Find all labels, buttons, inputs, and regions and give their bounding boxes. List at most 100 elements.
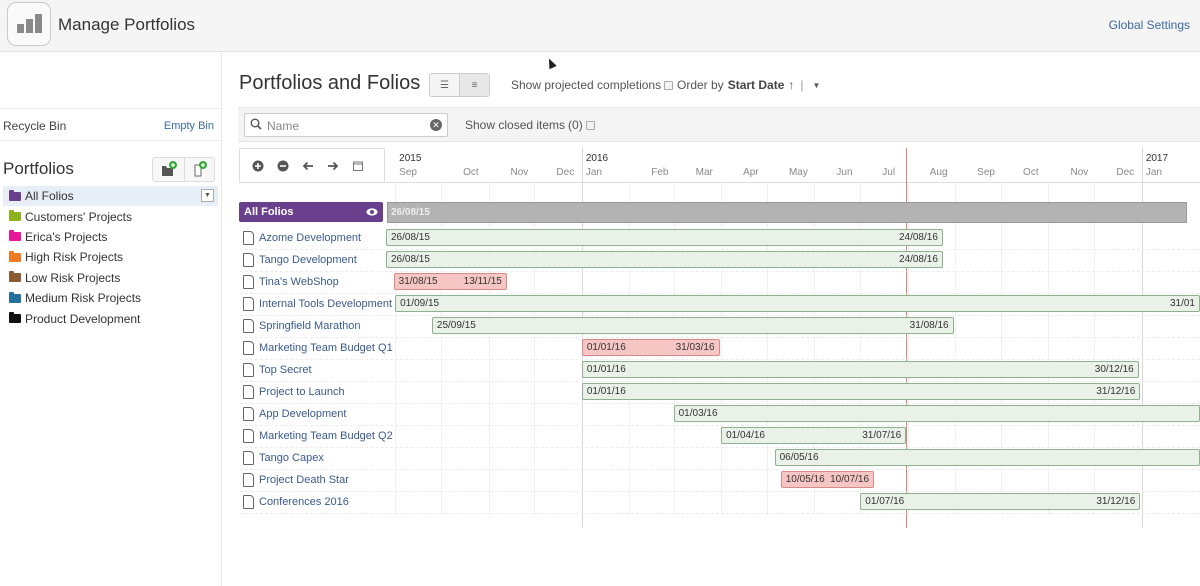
add-folio-button[interactable] [184,158,216,181]
portfolio-actions [152,157,215,182]
project-bar[interactable]: 26/08/15 24/08/16 [386,251,943,268]
project-bar[interactable]: 26/08/15 24/08/16 [386,229,943,246]
folder-icon [9,271,21,283]
project-bar[interactable]: 01/01/16 30/12/16 [581,361,1139,378]
row-divider [240,425,1200,426]
project-bar[interactable]: 01/09/15 31/01 [395,295,1200,312]
month-label: Feb [651,167,669,178]
project-name: Project to Launch [259,386,345,398]
month-label: Jul [882,167,896,178]
folder-icon [9,210,21,222]
folder-icon [9,230,21,242]
project-row-label[interactable]: Tango Capex [243,449,324,467]
project-row-label[interactable]: Tina's WebShop [243,273,339,291]
project-bar[interactable]: 10/05/16 10/07/16 [780,471,875,488]
project-bar[interactable]: 01/03/16 [673,405,1200,422]
project-row-label[interactable]: Top Secret [243,361,312,379]
project-name: Top Secret [259,364,312,376]
project-row-label[interactable]: Conferences 2016 [243,493,349,511]
bar-start-date: 26/08/15 [391,254,430,265]
bar-start-date: 01/09/15 [400,298,440,309]
project-row-label[interactable]: Project to Launch [243,383,345,401]
project-row-label[interactable]: Marketing Team Budget Q1 [243,339,393,357]
clear-search-icon[interactable]: ✕ [430,119,442,131]
row-divider [240,381,1200,382]
month-label: May [788,167,808,178]
portfolio-item[interactable]: Low Risk Projects [3,268,218,288]
document-icon [243,297,254,311]
project-row-label[interactable]: Internal Tools Development [243,295,392,313]
project-bar[interactable]: 31/08/15 13/11/15 [393,273,507,290]
global-settings-link[interactable]: Global Settings [1109,18,1190,32]
project-row-label[interactable]: Tango Development [243,251,357,269]
bar-start-date: 01/04/16 [726,430,765,441]
project-name: Conferences 2016 [259,496,349,508]
project-bar[interactable]: 01/01/16 31/03/16 [581,339,720,356]
add-folder-icon [162,161,177,176]
portfolio-item[interactable]: Product Development [3,308,218,328]
folder-icon [9,291,21,303]
project-row-label[interactable]: Springfield Marathon [243,317,361,335]
month-label: Dec [556,167,575,178]
month-label: Jan [585,167,602,178]
project-bar[interactable]: 01/01/16 31/12/16 [581,383,1141,400]
order-field[interactable]: Start Date [728,78,785,92]
list-view-button[interactable]: ☰ [430,74,459,96]
row-divider [240,513,1200,514]
document-icon [243,275,254,289]
portfolio-item[interactable]: Medium Risk Projects [3,288,218,308]
empty-bin-link[interactable]: Empty Bin [164,120,214,132]
bar-end-date: 10/07/16 [830,474,870,485]
timeline-header: Sep Oct Nov Dec Jan Feb Mar Apr May Jun Jul Aug Sep O… [386,148,1200,183]
eye-icon[interactable] [366,208,378,216]
project-bar[interactable]: 01/07/16 31/12/16 [860,493,1141,510]
bar-end-date: 31/07/16 [862,430,902,441]
dropdown-icon[interactable]: ▼ [201,189,214,202]
month-label: Mar [695,167,713,178]
project-bar[interactable]: 25/09/15 31/08/16 [431,317,954,334]
all-folios-bar[interactable]: 26/08/15 [387,202,1187,223]
project-row-label[interactable]: Azome Development [243,229,361,247]
portfolio-item[interactable]: All Folios ▼ [3,186,218,207]
search-input[interactable] [267,117,427,134]
sort-asc-icon[interactable]: ↑ [788,78,794,92]
portfolio-item[interactable]: Customers' Projects [3,206,218,226]
add-portfolio-button[interactable] [153,158,184,181]
order-by-label: Order by [677,78,724,92]
arrow-right-icon[interactable] [327,160,339,172]
arrow-left-icon[interactable] [302,160,314,172]
list-icon: ☰ [440,79,449,91]
month-label: Nov [510,167,529,178]
document-icon [243,385,254,399]
project-row-label[interactable]: Marketing Team Budget Q2 [243,427,393,445]
project-bar[interactable]: 01/04/16 31/07/16 [721,427,907,444]
project-row-label[interactable]: App Development [243,405,346,423]
portfolio-label: Medium Risk Projects [25,291,142,306]
gantt-icon: ≡ [471,79,478,91]
row-divider [240,403,1200,404]
project-name: Internal Tools Development [259,298,393,310]
order-dropdown-icon[interactable]: ▼ [813,81,821,90]
order-by-control[interactable]: Order by Start Date ↑ | ▼ [677,78,820,92]
year-label: 2016 [585,153,609,164]
zoom-in-icon[interactable] [252,160,264,172]
all-folios-row-label[interactable]: All Folios [239,202,383,222]
row-divider [240,293,1200,294]
month-label: Dec [1116,167,1135,178]
bar-start-date: 10/05/16 [785,474,825,485]
portfolio-item[interactable]: High Risk Projects [3,247,218,267]
recycle-bin-label[interactable]: Recycle Bin [3,119,66,133]
portfolio-item[interactable]: Erica's Projects [3,227,218,247]
zoom-out-icon[interactable] [277,160,289,172]
all-folios-start-date: 26/08/15 [391,207,430,218]
project-bar[interactable]: 06/05/16 [774,449,1200,466]
row-divider [240,249,1200,250]
project-name: Marketing Team Budget Q1 [259,342,393,354]
calendar-icon[interactable] [352,160,364,172]
show-projected-checkbox[interactable] [664,80,674,90]
document-icon [243,231,254,245]
show-closed-checkbox[interactable] [585,120,595,130]
gantt-view-button[interactable]: ≡ [459,74,489,96]
month-label: Jan [1145,167,1162,178]
project-row-label[interactable]: Project Death Star [243,471,349,489]
